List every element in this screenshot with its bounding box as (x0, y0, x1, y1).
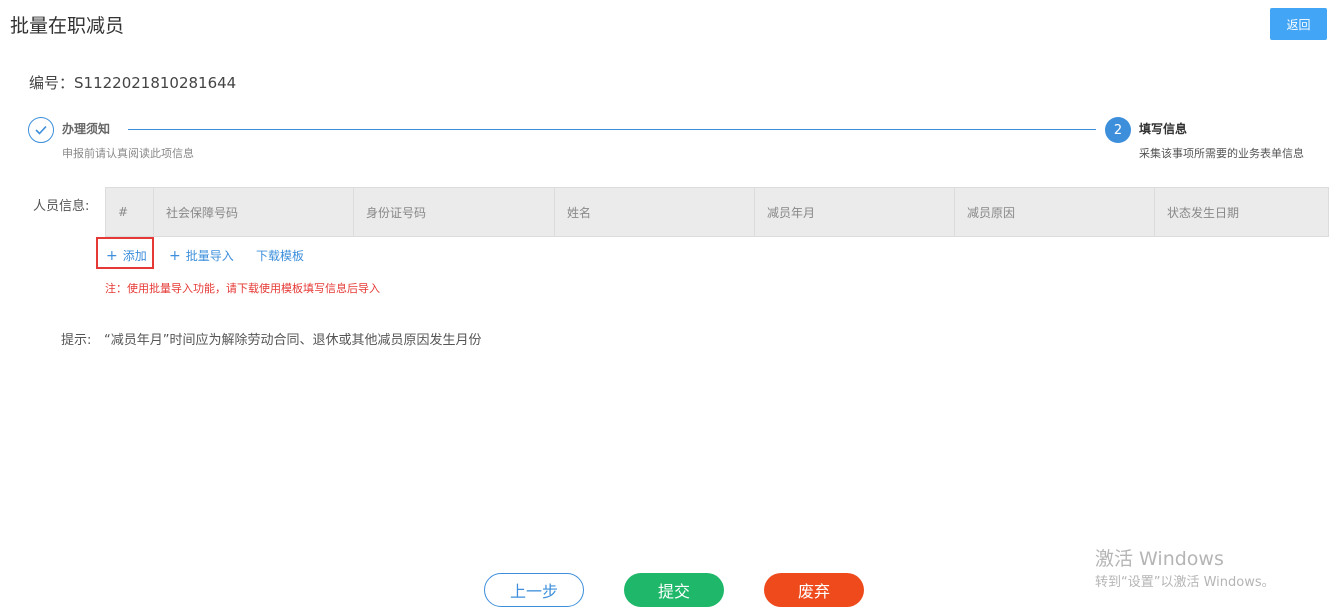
add-row-button[interactable]: + 添加 (106, 247, 147, 264)
step-1-done-icon (28, 117, 54, 143)
import-note: 注：使用批量导入功能，请下载使用模板填写信息后导入 (105, 282, 380, 295)
column-header-reduction-reason: 减员原因 (955, 188, 1155, 236)
page-title: 批量在职减员 (10, 15, 125, 37)
batch-import-button[interactable]: + 批量导入 (169, 247, 234, 264)
step-1-title: 办理须知 (62, 122, 111, 136)
step-1-desc: 申报前请认真阅读此项信息 (62, 147, 194, 160)
column-header-name: 姓名 (555, 188, 755, 236)
back-button[interactable]: 返回 (1270, 8, 1327, 40)
windows-activation-title: 激活 Windows (1095, 548, 1224, 570)
person-info-label: 人员信息: (33, 199, 90, 214)
column-header-id-card-no: 身份证号码 (354, 188, 555, 236)
step-2-number: 2 (1105, 117, 1131, 143)
person-table-header: # 社会保障号码 身份证号码 姓名 减员年月 减员原因 状态发生日期 (105, 187, 1329, 237)
step-2-title: 填写信息 (1139, 122, 1188, 136)
add-row-label: 添加 (122, 249, 147, 263)
record-number: 编号：S1122021810281644 (29, 74, 237, 92)
tip-text: “减员年月”时间应为解除劳动合同、退休或其他减员原因发生月份 (104, 333, 482, 348)
submit-button[interactable]: 提交 (624, 573, 724, 607)
tip-label: 提示: (61, 333, 92, 348)
windows-activation-subtitle: 转到“设置”以激活 Windows。 (1095, 575, 1275, 590)
download-template-link[interactable]: 下载模板 (256, 247, 304, 264)
column-header-index: # (106, 188, 154, 236)
step-2-desc: 采集该事项所需要的业务表单信息 (1139, 147, 1304, 160)
plus-icon: + (106, 247, 118, 264)
previous-step-button[interactable]: 上一步 (484, 573, 584, 607)
step-connector (128, 129, 1096, 130)
column-header-status-date: 状态发生日期 (1167, 205, 1240, 220)
column-header-social-security-no: 社会保障号码 (154, 188, 354, 236)
plus-icon: + (169, 247, 181, 264)
column-header-reduction-month: 减员年月 (755, 188, 955, 236)
discard-button[interactable]: 废弃 (764, 573, 864, 607)
batch-import-label: 批量导入 (185, 249, 234, 263)
check-icon (35, 125, 47, 135)
